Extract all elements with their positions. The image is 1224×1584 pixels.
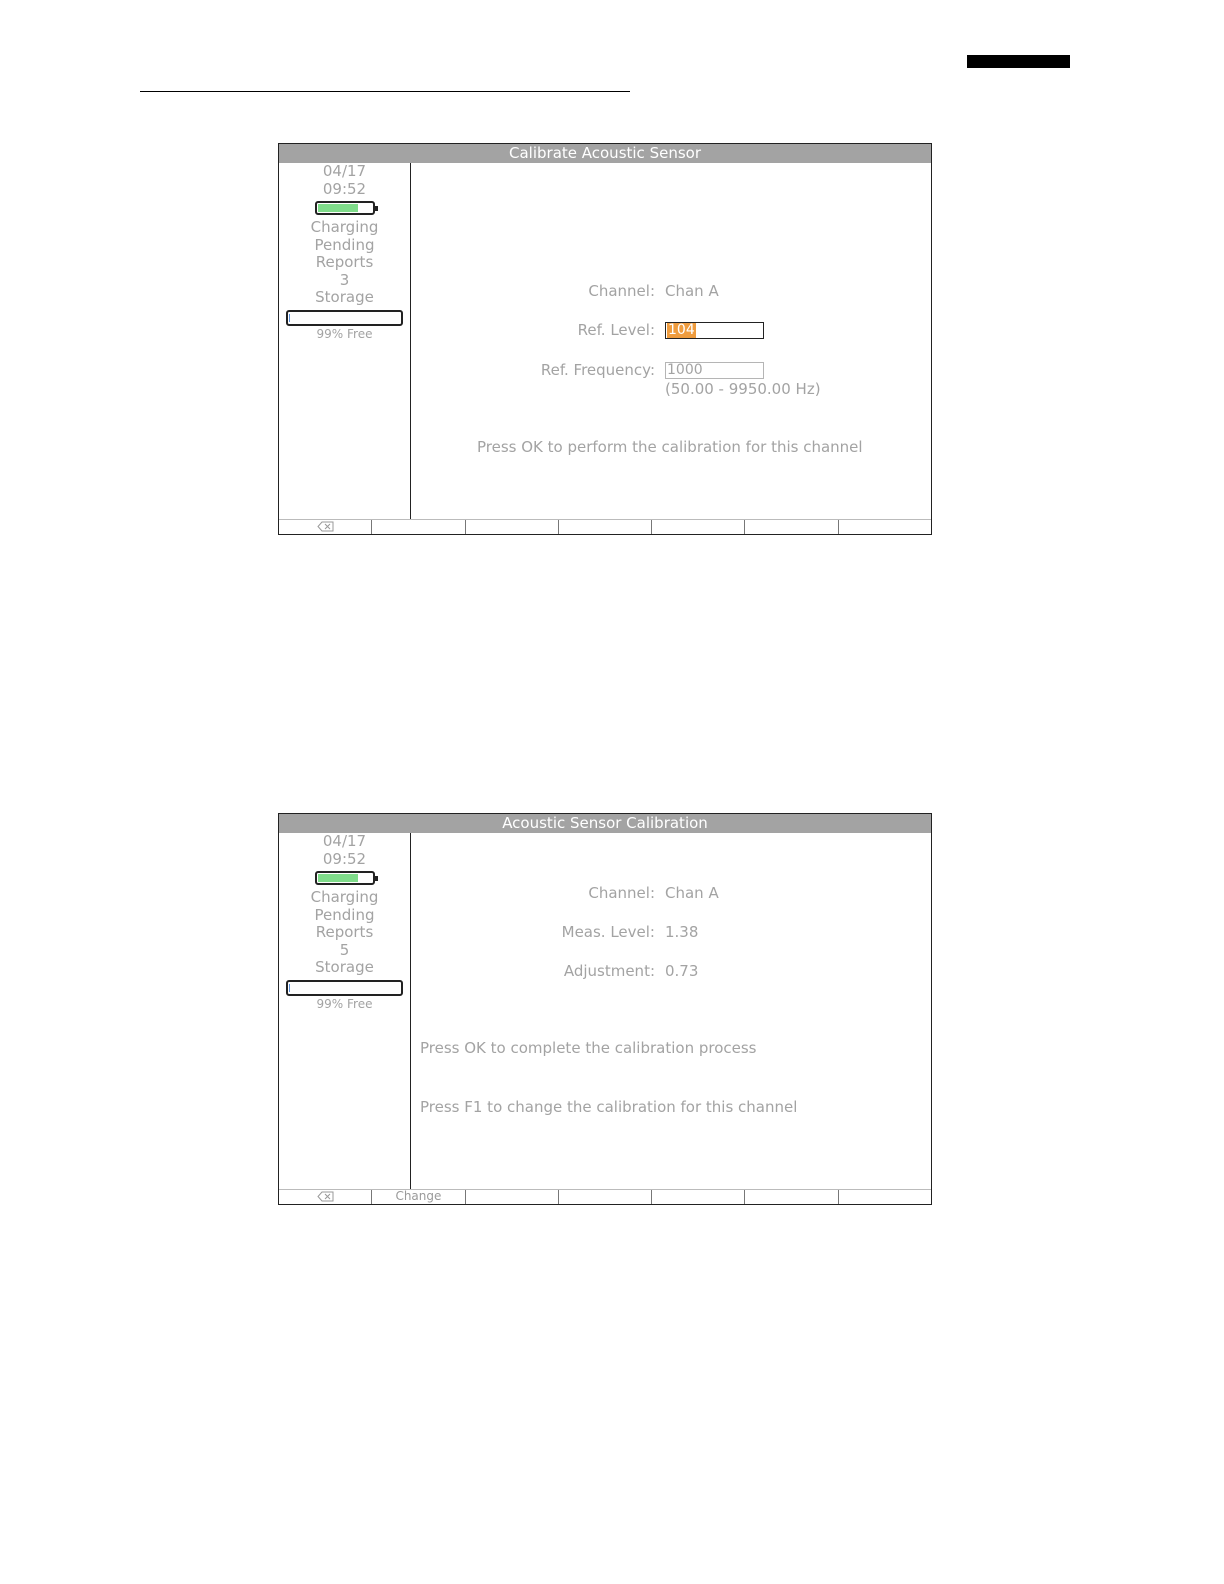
meas-level-label: Meas. Level: (561, 923, 655, 941)
softkey-bar: Change (279, 1189, 931, 1204)
complete-calibration-message: Press OK to complete the calibration pro… (420, 1039, 757, 1057)
screen-title: Acoustic Sensor Calibration (279, 814, 931, 833)
change-calibration-message: Press F1 to change the calibration for t… (420, 1098, 798, 1116)
screen-title: Calibrate Acoustic Sensor (279, 144, 931, 163)
softkey-f7[interactable] (839, 1190, 931, 1204)
channel-row: Channel: Chan A (411, 883, 931, 903)
battery-terminal (374, 206, 378, 211)
adjustment-row: Adjustment: 0.73 (411, 961, 931, 981)
status-sidebar: 04/17 09:52 Charging Pending Reports 3 S… (279, 162, 411, 520)
softkey-backspace[interactable] (279, 1190, 373, 1204)
storage-label: Storage (315, 288, 374, 306)
battery-fill (317, 204, 358, 212)
storage-bar (286, 309, 403, 326)
channel-value: Chan A (665, 884, 719, 902)
softkey-backspace[interactable] (279, 520, 373, 534)
reports-label: Reports (315, 923, 374, 941)
ref-frequency-range-row: (50.00 - 9950.00 Hz) (411, 379, 931, 399)
softkey-f4[interactable] (559, 520, 653, 534)
meas-level-row: Meas. Level: 1.38 (411, 922, 931, 942)
battery-status: Charging (310, 888, 379, 906)
pending-label: Pending (314, 905, 375, 924)
ref-level-label: Ref. Level: (577, 321, 655, 339)
softkey-change[interactable]: Change (372, 1190, 466, 1204)
softkey-f6[interactable] (745, 520, 839, 534)
reports-label: Reports (315, 253, 374, 271)
status-sidebar: 04/17 09:52 Charging Pending Reports 5 S… (279, 832, 411, 1190)
redaction-bar (967, 55, 1070, 68)
storage-fill (289, 313, 291, 322)
date: 04/17 (322, 832, 367, 850)
channel-label: Channel: (588, 282, 655, 300)
acoustic-sensor-calibration-screen: Acoustic Sensor Calibration 04/17 09:52 … (278, 813, 932, 1205)
channel-value: Chan A (665, 282, 719, 300)
header-rule (140, 91, 630, 92)
backspace-icon (316, 521, 334, 532)
battery-terminal (374, 876, 378, 881)
ref-level-input[interactable]: 104 (665, 322, 764, 339)
storage-fill (289, 983, 291, 992)
perform-calibration-message: Press OK to perform the calibration for … (477, 438, 863, 456)
ref-frequency-row: Ref. Frequency: 1000 (411, 360, 931, 380)
storage-label: Storage (315, 958, 374, 976)
storage-free: 99% Free (316, 326, 373, 341)
softkey-f6[interactable] (745, 1190, 839, 1204)
storage-bar (286, 979, 403, 996)
ref-level-row: Ref. Level: 104 (411, 320, 931, 340)
date: 04/17 (322, 162, 367, 180)
storage-free: 99% Free (316, 996, 373, 1011)
softkey-f3[interactable] (466, 1190, 559, 1204)
softkey-f2[interactable] (372, 520, 466, 534)
time: 09:52 (322, 849, 367, 868)
softkey-f4[interactable] (559, 1190, 653, 1204)
calibration-results: Channel: Chan A Meas. Level: 1.38 Adjust… (411, 833, 931, 1190)
battery-icon (314, 201, 378, 215)
softkey-f7[interactable] (839, 520, 931, 534)
channel-label: Channel: (588, 884, 655, 902)
softkey-f5[interactable] (652, 1190, 746, 1204)
adjustment-label: Adjustment: (563, 962, 655, 980)
battery-fill (317, 874, 358, 882)
calibration-form: Channel: Chan A Ref. Level: 104 Ref. Fre… (411, 163, 931, 520)
pending-reports-count: 5 (339, 940, 350, 959)
softkey-f3[interactable] (466, 520, 559, 534)
calibrate-acoustic-sensor-screen: Calibrate Acoustic Sensor 04/17 09:52 Ch… (278, 143, 932, 535)
channel-row: Channel: Chan A (411, 281, 931, 301)
ref-frequency-input[interactable]: 1000 (665, 362, 764, 379)
softkey-f5[interactable] (652, 520, 746, 534)
ref-frequency-range: (50.00 - 9950.00 Hz) (665, 380, 821, 398)
meas-level-value: 1.38 (665, 923, 699, 941)
battery-icon (314, 871, 378, 885)
battery-status: Charging (310, 218, 379, 236)
adjustment-value: 0.73 (665, 962, 699, 980)
backspace-icon (316, 1191, 334, 1202)
ref-level-value: 104 (667, 322, 696, 338)
time: 09:52 (322, 179, 367, 198)
softkey-bar (279, 519, 931, 534)
pending-label: Pending (314, 235, 375, 254)
pending-reports-count: 3 (339, 270, 350, 289)
ref-frequency-label: Ref. Frequency: (540, 361, 655, 379)
